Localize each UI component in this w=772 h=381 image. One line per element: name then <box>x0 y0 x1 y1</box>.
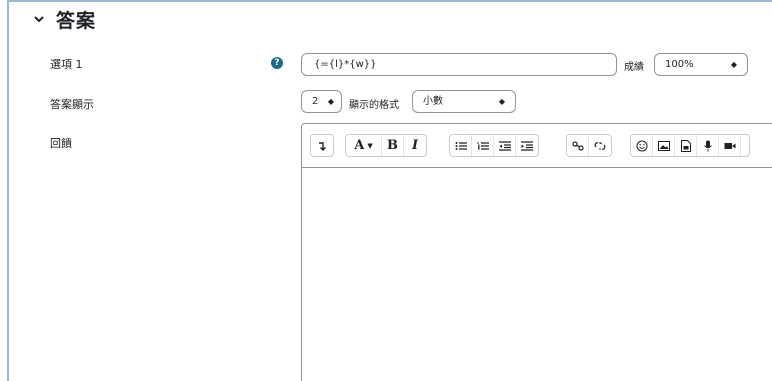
section-header[interactable]: 答案 <box>30 5 96 33</box>
media-icon[interactable] <box>675 135 697 156</box>
decimals-select[interactable]: 2 ◆ <box>301 90 342 113</box>
bold-icon[interactable]: B <box>382 135 404 156</box>
italic-icon[interactable]: I <box>404 135 426 156</box>
chevron-down-icon[interactable] <box>30 10 48 28</box>
answer-formula-value: {={l}*{w}} <box>314 59 377 70</box>
select-arrows-icon: ◆ <box>730 60 737 69</box>
feedback-editor[interactable]: A ▼ B I <box>301 123 772 381</box>
toolbar-group-more <box>310 134 334 157</box>
grade-value: 100% <box>665 59 694 70</box>
section-title: 答案 <box>56 9 97 32</box>
font-color-label: A <box>354 138 365 153</box>
display-label: 答案顯示 <box>50 98 94 111</box>
bold-label: B <box>387 138 398 153</box>
question-circle-icon[interactable]: ? <box>271 57 283 69</box>
format-label: 顯示的格式 <box>349 100 399 111</box>
toolbar-group-format: A ▼ B I <box>345 134 427 157</box>
toolbar-overflow <box>741 135 749 156</box>
format-select[interactable]: 小數 ◆ <box>412 90 516 113</box>
select-arrows-icon: ◆ <box>498 97 505 106</box>
answer-formula-input[interactable]: {={l}*{w}} <box>301 53 617 76</box>
toolbar-group-links <box>566 134 612 157</box>
ordered-list-icon[interactable] <box>472 135 494 156</box>
unlink-icon[interactable] <box>589 135 611 156</box>
feedback-label: 回饋 <box>50 137 72 150</box>
emoji-icon[interactable] <box>631 135 653 156</box>
toolbar-group-lists <box>449 134 539 157</box>
record-audio-icon[interactable] <box>697 135 719 156</box>
editor-toolbar: A ▼ B I <box>302 124 772 168</box>
toolbar-group-insert <box>630 134 750 157</box>
record-video-icon[interactable] <box>719 135 741 156</box>
grade-label: 成績 <box>624 62 644 73</box>
show-more-icon[interactable] <box>311 135 333 156</box>
link-icon[interactable] <box>567 135 589 156</box>
grade-select[interactable]: 100% ◆ <box>654 53 748 76</box>
font-color-icon[interactable]: A ▼ <box>346 135 382 156</box>
answer-label: 選項 1 <box>50 58 83 71</box>
decimals-value: 2 <box>312 96 319 107</box>
unordered-list-icon[interactable] <box>450 135 472 156</box>
indent-icon[interactable] <box>516 135 538 156</box>
image-icon[interactable] <box>653 135 675 156</box>
select-arrows-icon: ◆ <box>327 97 334 106</box>
format-value: 小數 <box>423 96 443 107</box>
outdent-icon[interactable] <box>494 135 516 156</box>
italic-label: I <box>411 138 419 153</box>
